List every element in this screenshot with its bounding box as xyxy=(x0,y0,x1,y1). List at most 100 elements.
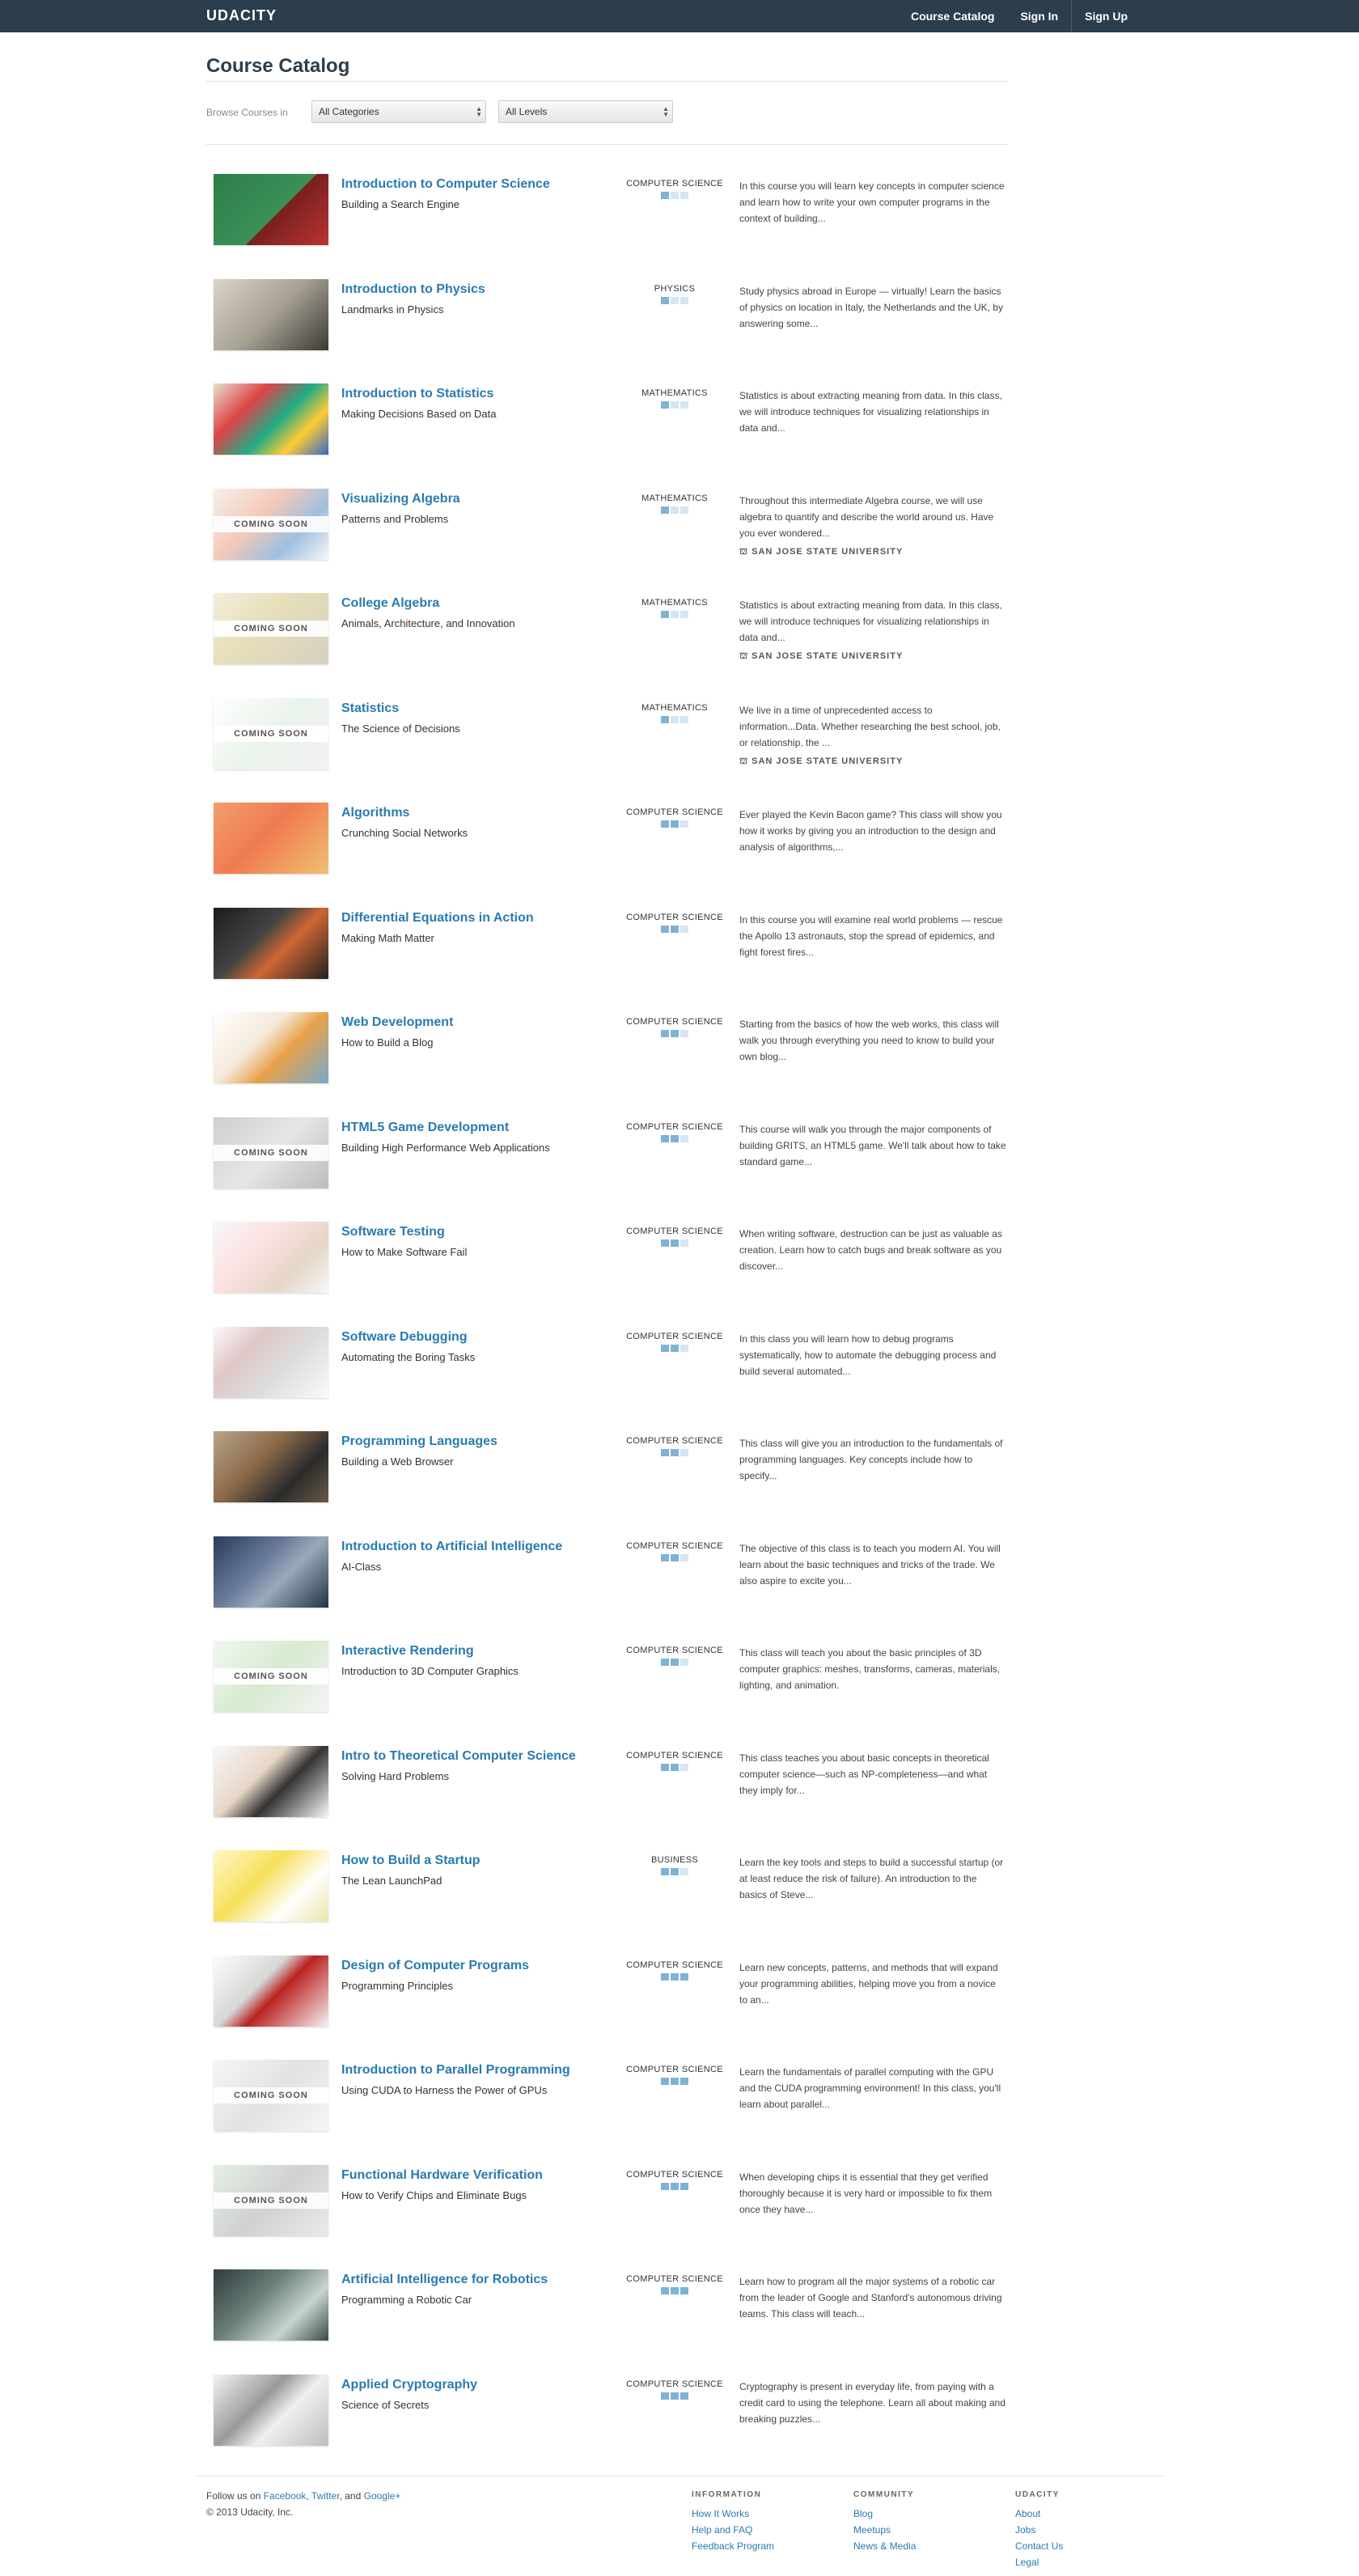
category-select[interactable]: All Categories ▲ ▼ xyxy=(311,100,486,123)
level-bar xyxy=(680,926,688,933)
course-title-link[interactable]: Software Testing xyxy=(341,1225,445,1239)
course-row[interactable]: Software Debugging Automating the Boring … xyxy=(214,1327,1006,1398)
footer-link-help-faq[interactable]: Help and FAQ xyxy=(692,2522,774,2538)
course-thumbnail[interactable]: COMING SOON xyxy=(214,1641,328,1712)
level-select[interactable]: All Levels ▲ ▼ xyxy=(498,100,673,123)
course-thumbnail[interactable] xyxy=(214,279,328,350)
course-thumbnail[interactable]: COMING SOON xyxy=(214,489,328,560)
course-thumbnail[interactable] xyxy=(214,803,328,874)
course-title-link[interactable]: Design of Computer Programs xyxy=(341,1959,529,1973)
footer-link-contact[interactable]: Contact Us xyxy=(1015,2538,1063,2554)
footer-link-news-media[interactable]: News & Media xyxy=(853,2538,916,2554)
course-title-link[interactable]: Interactive Rendering xyxy=(341,1644,474,1659)
course-row[interactable]: Introduction to Statistics Making Decisio… xyxy=(214,383,1006,455)
course-thumbnail[interactable] xyxy=(214,1012,328,1083)
level-bar xyxy=(661,611,669,618)
course-row[interactable]: COMING SOON Functional Hardware Verificat… xyxy=(214,2165,1006,2236)
course-title-link[interactable]: Algorithms xyxy=(341,806,409,820)
course-thumbnail[interactable] xyxy=(214,1536,328,1608)
course-title-link[interactable]: Software Debugging xyxy=(341,1330,468,1345)
course-row[interactable]: Software Testing How to Make Software Fai… xyxy=(214,1222,1006,1293)
course-title-link[interactable]: Introduction to Artificial Intelligence xyxy=(341,1540,562,1554)
course-row[interactable]: COMING SOON Introduction to Parallel Prog… xyxy=(214,2060,1006,2131)
course-subtitle: Landmarks in Physics xyxy=(341,303,444,316)
course-row[interactable]: Intro to Theoretical Computer Science Sol… xyxy=(214,1746,1006,1817)
course-row[interactable]: Introduction to Artificial Intelligence A… xyxy=(214,1536,1006,1608)
course-title-link[interactable]: Statistics xyxy=(341,701,399,716)
course-thumbnail[interactable]: COMING SOON xyxy=(214,593,328,664)
course-category: COMPUTER SCIENCE xyxy=(626,1541,723,1551)
page-title: Course Catalog xyxy=(206,55,350,77)
level-bar xyxy=(671,2183,679,2190)
course-thumbnail[interactable]: COMING SOON xyxy=(214,698,328,769)
course-row[interactable]: Differential Equations in Action Making M… xyxy=(214,908,1006,979)
course-title-link[interactable]: How to Build a Startup xyxy=(341,1854,481,1868)
course-title-link[interactable]: Applied Cryptography xyxy=(341,2378,477,2392)
course-thumbnail[interactable] xyxy=(214,1327,328,1398)
level-bar xyxy=(661,716,669,723)
footer-link-legal[interactable]: Legal xyxy=(1015,2554,1063,2570)
course-title-link[interactable]: Visualizing Algebra xyxy=(341,492,460,506)
course-title-link[interactable]: HTML5 Game Development xyxy=(341,1121,509,1135)
course-row[interactable]: COMING SOON HTML5 Game Development Buildin… xyxy=(214,1117,1006,1188)
footer-link-blog[interactable]: Blog xyxy=(853,2506,916,2522)
course-row[interactable]: Design of Computer Programs Programming P… xyxy=(214,1955,1006,2027)
course-thumbnail[interactable]: COMING SOON xyxy=(214,2165,328,2236)
level-bar xyxy=(661,401,669,409)
course-row[interactable]: How to Build a Startup The Lean LaunchPad… xyxy=(214,1850,1006,1921)
facebook-link[interactable]: Facebook xyxy=(264,2490,307,2502)
level-bar xyxy=(680,1135,688,1142)
course-thumbnail[interactable] xyxy=(214,1746,328,1817)
footer-link-about[interactable]: About xyxy=(1015,2506,1063,2522)
course-title-link[interactable]: Artificial Intelligence for Robotics xyxy=(341,2273,548,2287)
course-row[interactable]: COMING SOON Interactive Rendering Introduc… xyxy=(214,1641,1006,1712)
course-row[interactable]: Programming Languages Building a Web Brow… xyxy=(214,1431,1006,1502)
google-plus-link[interactable]: Google+ xyxy=(364,2490,401,2502)
course-thumbnail[interactable] xyxy=(214,2375,328,2446)
course-row[interactable]: COMING SOON Visualizing Algebra Patterns a… xyxy=(214,489,1006,560)
course-title-link[interactable]: Introduction to Computer Science xyxy=(341,177,550,192)
course-title-link[interactable]: Intro to Theoretical Computer Science xyxy=(341,1749,576,1764)
course-title-link[interactable]: Introduction to Statistics xyxy=(341,387,493,401)
level-bar xyxy=(661,1973,669,1981)
course-thumbnail[interactable] xyxy=(214,1955,328,2027)
course-title-link[interactable]: Web Development xyxy=(341,1015,453,1030)
course-thumbnail[interactable] xyxy=(214,383,328,455)
course-title-link[interactable]: Differential Equations in Action xyxy=(341,911,534,926)
top-nav: Course Catalog Sign In Sign Up xyxy=(898,0,1141,32)
course-thumbnail[interactable] xyxy=(214,2269,328,2341)
course-description: When writing software, destruction can b… xyxy=(739,1228,1002,1272)
nav-sign-in[interactable]: Sign In xyxy=(1007,0,1071,32)
course-title-link[interactable]: Introduction to Physics xyxy=(341,282,485,297)
nav-sign-up[interactable]: Sign Up xyxy=(1071,0,1141,32)
udacity-logo[interactable]: UDACITY xyxy=(206,7,277,24)
course-title-link[interactable]: Programming Languages xyxy=(341,1434,497,1449)
course-category: PHYSICS xyxy=(654,284,696,294)
nav-course-catalog[interactable]: Course Catalog xyxy=(898,0,1007,32)
course-thumbnail[interactable]: COMING SOON xyxy=(214,2060,328,2131)
course-thumbnail[interactable] xyxy=(214,1431,328,1502)
course-row[interactable]: COMING SOON Statistics The Science of Deci… xyxy=(214,698,1006,769)
course-row[interactable]: Introduction to Computer Science Building… xyxy=(214,174,1006,245)
footer-link-how-it-works[interactable]: How It Works xyxy=(692,2506,774,2522)
course-title-link[interactable]: Introduction to Parallel Programming xyxy=(341,2063,570,2078)
course-title-link[interactable]: Functional Hardware Verification xyxy=(341,2168,543,2183)
select-arrows-icon: ▲ ▼ xyxy=(476,105,482,118)
course-row[interactable]: Web Development How to Build a Blog COMPUT… xyxy=(214,1012,1006,1083)
course-thumbnail[interactable] xyxy=(214,1222,328,1293)
course-thumbnail[interactable] xyxy=(214,174,328,245)
course-subtitle: Building High Performance Web Applicatio… xyxy=(341,1142,550,1154)
footer-link-feedback[interactable]: Feedback Program xyxy=(692,2538,774,2554)
course-row[interactable]: Applied Cryptography Science of Secrets CO… xyxy=(214,2375,1006,2446)
course-thumbnail[interactable] xyxy=(214,1850,328,1921)
course-thumbnail[interactable] xyxy=(214,908,328,979)
course-row[interactable]: Introduction to Physics Landmarks in Phys… xyxy=(214,279,1006,350)
footer-link-jobs[interactable]: Jobs xyxy=(1015,2522,1063,2538)
course-row[interactable]: Artificial Intelligence for Robotics Prog… xyxy=(214,2269,1006,2341)
course-row[interactable]: Algorithms Crunching Social Networks COMPU… xyxy=(214,803,1006,874)
course-row[interactable]: COMING SOON College Algebra Animals, Archi… xyxy=(214,593,1006,664)
twitter-link[interactable]: Twitter xyxy=(311,2490,340,2502)
footer-link-meetups[interactable]: Meetups xyxy=(853,2522,916,2538)
course-title-link[interactable]: College Algebra xyxy=(341,596,439,611)
course-thumbnail[interactable]: COMING SOON xyxy=(214,1117,328,1188)
